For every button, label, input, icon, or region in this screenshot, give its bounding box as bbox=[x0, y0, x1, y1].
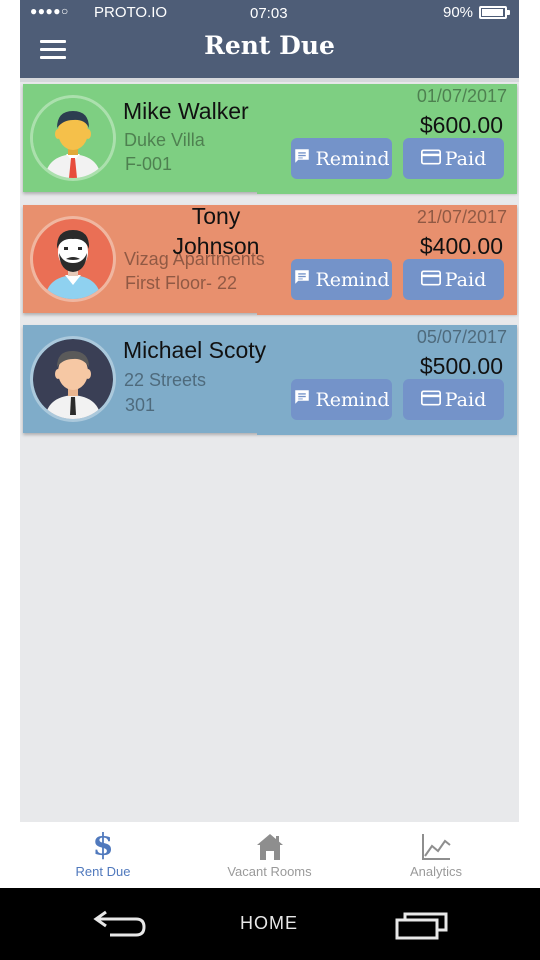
paid-button[interactable]: Paid bbox=[403, 259, 504, 300]
paid-button[interactable]: Paid bbox=[403, 379, 504, 420]
property-name: Vizag Apartments bbox=[124, 249, 265, 269]
tenant-card[interactable]: Mike Walker Duke Villa F-001 01/07/2017 … bbox=[23, 84, 517, 194]
nav-label: Vacant Rooms bbox=[227, 864, 312, 879]
unit-number: 301 bbox=[125, 395, 156, 415]
clock: 07:03 bbox=[250, 5, 288, 22]
unit-number: F-001 bbox=[125, 154, 173, 174]
card-icon bbox=[420, 269, 441, 291]
remind-button[interactable]: Remind bbox=[291, 259, 392, 300]
carrier-name: PROTO.IO bbox=[94, 4, 168, 21]
nav-tab-vacant-rooms[interactable]: Vacant Rooms bbox=[186, 822, 353, 888]
message-icon bbox=[293, 147, 311, 170]
bearded-man-avatar-icon bbox=[33, 219, 113, 299]
remind-button[interactable]: Remind bbox=[291, 379, 392, 420]
remind-label: Remind bbox=[315, 268, 390, 291]
remind-button[interactable]: Remind bbox=[291, 138, 392, 179]
remind-label: Remind bbox=[315, 388, 390, 411]
status-bar: ●●●●○ PROTO.IO 07:03 90% bbox=[20, 0, 519, 26]
nav-tab-analytics[interactable]: Analytics bbox=[353, 822, 519, 888]
paid-label: Paid bbox=[444, 147, 487, 170]
tenant-name: Mike Walker bbox=[123, 98, 249, 124]
battery-percentage: 90% bbox=[443, 4, 474, 21]
card-edge-stripe bbox=[257, 313, 517, 315]
card-edge-stripe bbox=[257, 192, 517, 194]
chart-icon bbox=[420, 832, 452, 865]
message-icon bbox=[293, 268, 311, 291]
due-date: 21/07/2017 bbox=[416, 207, 507, 227]
battery-icon bbox=[479, 6, 510, 19]
paid-button[interactable]: Paid bbox=[403, 138, 504, 179]
nav-tab-rent-due[interactable]: $ Rent Due bbox=[20, 822, 186, 888]
rent-amount: $400.00 bbox=[419, 233, 503, 259]
bottom-navigation: $ Rent Due Vacant Rooms Analytics bbox=[20, 822, 519, 888]
man-with-tie-avatar-icon bbox=[33, 98, 113, 178]
unit-number: First Floor- 22 bbox=[125, 273, 238, 293]
property-name: Duke Villa bbox=[124, 130, 205, 150]
paid-label: Paid bbox=[444, 268, 487, 291]
dollar-icon: $ bbox=[92, 828, 114, 863]
card-icon bbox=[420, 389, 441, 411]
system-navigation-bar: HOME bbox=[0, 888, 540, 960]
home-button[interactable]: HOME bbox=[240, 913, 298, 934]
rent-amount: $600.00 bbox=[419, 112, 503, 138]
property-name: 22 Streets bbox=[124, 370, 207, 390]
avatar bbox=[33, 339, 113, 419]
header-divider bbox=[20, 78, 519, 82]
tenant-name: Michael Scoty bbox=[123, 337, 267, 363]
tenant-card[interactable]: Michael Scoty 22 Streets 301 05/07/2017 … bbox=[23, 325, 517, 435]
house-icon bbox=[255, 832, 285, 865]
page-title: Rent Due bbox=[204, 31, 335, 60]
top-bar: ●●●●○ PROTO.IO 07:03 90% Rent Due bbox=[20, 0, 519, 78]
remind-label: Remind bbox=[315, 147, 390, 170]
card-icon bbox=[420, 148, 441, 170]
due-date: 05/07/2017 bbox=[416, 327, 507, 347]
recent-apps-icon[interactable] bbox=[394, 910, 450, 945]
paid-label: Paid bbox=[444, 388, 487, 411]
due-date: 01/07/2017 bbox=[416, 86, 507, 106]
rent-amount: $500.00 bbox=[419, 353, 503, 379]
man-in-shirt-avatar-icon bbox=[33, 339, 113, 419]
avatar bbox=[33, 98, 113, 178]
signal-strength-icon: ●●●●○ bbox=[30, 4, 69, 18]
back-icon[interactable] bbox=[92, 908, 148, 945]
phone-screen: ●●●●○ PROTO.IO 07:03 90% Rent Due Mike W… bbox=[0, 0, 540, 960]
card-edge-stripe bbox=[257, 433, 517, 435]
message-icon bbox=[293, 388, 311, 411]
nav-label: Rent Due bbox=[75, 864, 131, 879]
app-frame: ●●●●○ PROTO.IO 07:03 90% Rent Due Mike W… bbox=[20, 0, 519, 888]
tenant-card[interactable]: Tony Johnson Vizag Apartments First Floo… bbox=[23, 203, 517, 315]
nav-label: Analytics bbox=[409, 864, 463, 879]
avatar bbox=[33, 219, 113, 299]
